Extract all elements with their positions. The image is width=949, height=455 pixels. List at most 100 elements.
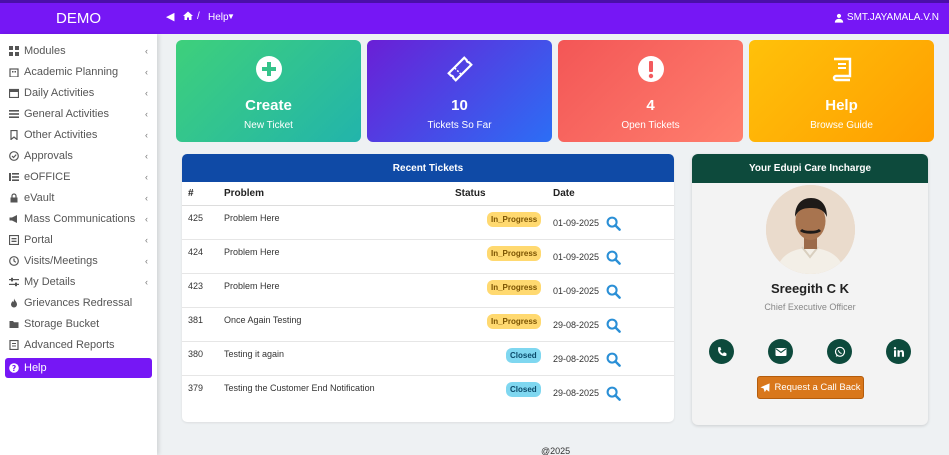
chevron-down-icon[interactable]: ▼ — [227, 12, 235, 21]
sidebar-item-label: Visits/Meetings — [24, 255, 98, 267]
search-icon[interactable] — [606, 352, 621, 367]
email-button[interactable] — [768, 339, 793, 364]
user-name: SMT.JAYAMALA.V.N — [846, 12, 939, 23]
card-subtitle: Tickets So Far — [427, 120, 492, 131]
user-icon — [834, 13, 844, 23]
table-row: 379 Testing the Customer End Notificatio… — [182, 376, 674, 410]
table-row: 381 Once Again Testing In_Progress 29-08… — [182, 308, 674, 342]
phone-button[interactable] — [709, 339, 734, 364]
plus-circle-icon — [255, 56, 282, 82]
book-icon — [832, 57, 851, 82]
chevron-left-icon: ‹ — [145, 151, 148, 161]
sidebar-item-label: Academic Planning — [24, 66, 119, 78]
incharge-name: Sreegith C K — [770, 281, 849, 296]
whatsapp-button[interactable] — [827, 339, 852, 364]
help-guide-card[interactable]: Help Browse Guide — [749, 40, 934, 142]
sidebar-item-grievances-redressal[interactable]: Grievances Redressal — [5, 293, 152, 313]
chevron-left-icon: ‹ — [145, 235, 148, 245]
sidebar-item-eoffice[interactable]: eOFFICE ‹ — [5, 167, 152, 187]
folder-lock-icon — [9, 193, 19, 203]
open-tickets-card[interactable]: 4 Open Tickets — [558, 40, 743, 142]
breadcrumb-current[interactable]: Help — [208, 12, 229, 23]
brand-logo[interactable]: DEMO — [0, 3, 157, 34]
sidebar-item-label: Storage Bucket — [24, 318, 100, 330]
column-header-date: Date — [553, 188, 575, 199]
table-row: 423 Problem Here In_Progress 01-09-2025 — [182, 274, 674, 308]
sidebar-item-daily-activities[interactable]: Daily Activities ‹ — [5, 83, 152, 103]
footer-copyright: @2025 — [541, 446, 571, 455]
whatsapp-icon — [834, 346, 845, 357]
search-icon[interactable] — [606, 318, 621, 333]
sidebar-item-label: Advanced Reports — [24, 339, 115, 351]
sidebar-item-label: Grievances Redressal — [24, 297, 133, 309]
building-icon — [9, 67, 19, 77]
request-call-back-button[interactable]: Request a Call Back — [757, 376, 864, 399]
incharge-role: Chief Executive Officer — [764, 302, 856, 312]
sidebar-item-label: General Activities — [24, 108, 109, 120]
sidebar-item-label: Mass Communications — [24, 213, 136, 225]
card-title: 10 — [451, 97, 468, 114]
portal-icon — [9, 235, 19, 245]
panel-title: Recent Tickets — [182, 154, 674, 182]
grid-icon — [9, 46, 19, 56]
card-subtitle: Open Tickets — [621, 120, 680, 131]
approval-icon — [9, 151, 19, 161]
sidebar-item-portal[interactable]: Portal ‹ — [5, 230, 152, 250]
callback-label: Request a Call Back — [774, 382, 861, 393]
sidebar-item-evault[interactable]: eVault ‹ — [5, 188, 152, 208]
table-row: 424 Problem Here In_Progress 01-09-2025 — [182, 240, 674, 274]
ticket-problem: Problem Here — [224, 281, 280, 291]
chevron-left-icon: ‹ — [145, 277, 148, 287]
sidebar-item-advanced-reports[interactable]: Advanced Reports — [5, 335, 152, 355]
svg-text:?: ? — [12, 364, 16, 373]
sidebar-item-approvals[interactable]: Approvals ‹ — [5, 146, 152, 166]
table-row: 380 Testing it again Closed 29-08-2025 — [182, 342, 674, 376]
search-icon[interactable] — [606, 284, 621, 299]
card-subtitle: New Ticket — [244, 120, 293, 131]
sidebar-item-label: eVault — [24, 192, 55, 204]
avatar — [766, 185, 855, 274]
sidebar-item-label: Daily Activities — [24, 87, 95, 99]
linkedin-button[interactable] — [886, 339, 911, 364]
sidebar-item-modules[interactable]: Modules ‹ — [5, 41, 152, 61]
sidebar-item-academic-planning[interactable]: Academic Planning ‹ — [5, 62, 152, 82]
table-header: # Problem Status Date — [182, 182, 674, 206]
sidebar-item-general-activities[interactable]: General Activities ‹ — [5, 104, 152, 124]
card-title: Create — [245, 97, 292, 114]
ticket-date: 01-09-2025 — [553, 286, 600, 296]
chevron-left-icon: ‹ — [145, 256, 148, 266]
sidebar-item-label: Approvals — [24, 150, 73, 162]
column-header-problem: Problem — [224, 188, 265, 199]
sidebar-item-help[interactable]: ? Help — [5, 358, 152, 378]
folder-icon — [9, 319, 19, 329]
sidebar-item-visits-meetings[interactable]: Visits/Meetings ‹ — [5, 251, 152, 271]
chevron-left-icon: ‹ — [145, 88, 148, 98]
sidebar-item-my-details[interactable]: My Details ‹ — [5, 272, 152, 292]
chevron-left-icon: ‹ — [145, 193, 148, 203]
ticket-date: 29-08-2025 — [553, 320, 600, 330]
report-icon — [9, 340, 19, 350]
sidebar-item-mass-communications[interactable]: Mass Communications ‹ — [5, 209, 152, 229]
tickets-so-far-card[interactable]: 10 Tickets So Far — [367, 40, 552, 142]
sidebar-item-label: Other Activities — [24, 129, 98, 141]
ticket-id: 380 — [188, 349, 204, 359]
user-menu[interactable]: SMT.JAYAMALA.V.N — [834, 12, 939, 23]
ticket-problem: Testing the Customer End Notification — [224, 383, 375, 393]
sidebar-item-other-activities[interactable]: Other Activities ‹ — [5, 125, 152, 145]
search-icon[interactable] — [606, 216, 621, 231]
fire-icon — [9, 298, 19, 308]
envelope-icon — [775, 347, 786, 356]
sidebar-item-label: Modules — [24, 45, 66, 57]
clock-icon — [9, 256, 19, 266]
card-title: Help — [825, 97, 858, 114]
ticket-date: 29-08-2025 — [553, 388, 600, 398]
collapse-sidebar-icon[interactable]: ◀ — [166, 10, 174, 23]
ticket-id: 424 — [188, 247, 204, 257]
create-ticket-card[interactable]: Create New Ticket — [176, 40, 361, 142]
home-icon[interactable] — [182, 10, 194, 22]
sidebar-item-storage-bucket[interactable]: Storage Bucket — [5, 314, 152, 334]
search-icon[interactable] — [606, 250, 621, 265]
ticket-id: 425 — [188, 213, 204, 223]
search-icon[interactable] — [606, 386, 621, 401]
ticket-date: 01-09-2025 — [553, 218, 600, 228]
